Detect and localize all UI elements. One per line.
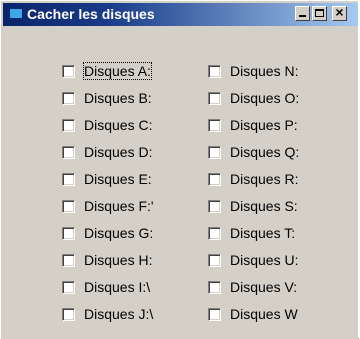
checkbox-box[interactable] [62, 307, 75, 321]
checkbox-box[interactable] [208, 280, 221, 294]
close-button[interactable]: × [332, 4, 347, 21]
checkbox-label: Disques S: [230, 198, 298, 214]
checkbox-label: Disques A: [83, 62, 152, 80]
checkbox-drive-n[interactable]: Disques N: [208, 62, 298, 80]
checkbox-label: Disques Q: [230, 144, 300, 160]
checkbox-label: Disques O: [230, 90, 300, 106]
checkbox-label: Disques F:' [84, 198, 154, 214]
minimize-icon [299, 15, 306, 17]
checkbox-drive-s[interactable]: Disques S: [208, 197, 298, 215]
checkbox-label: Disques U: [230, 252, 299, 268]
checkbox-label: Disques I:\ [84, 279, 151, 295]
checkbox-drive-f[interactable]: Disques F:' [62, 197, 154, 215]
minimize-button[interactable] [295, 6, 310, 21]
checkbox-box[interactable] [62, 172, 75, 186]
checkbox-drive-p[interactable]: Disques P: [208, 116, 298, 134]
maximize-button[interactable] [312, 6, 327, 21]
maximize-icon [315, 9, 324, 17]
checkbox-drive-d[interactable]: Disques D: [62, 143, 152, 161]
checkbox-label: Disques G: [84, 225, 154, 241]
checkbox-drive-a[interactable]: Disques A: [62, 62, 152, 80]
checkbox-box[interactable] [208, 226, 221, 240]
checkbox-label: Disques N: [230, 63, 299, 79]
window-title: Cacher les disques [27, 6, 155, 22]
checkbox-drive-t[interactable]: Disques T: [208, 224, 295, 242]
checkbox-drive-v[interactable]: Disques V: [208, 278, 297, 296]
checkbox-drive-e[interactable]: Disques E: [62, 170, 152, 188]
checkbox-drive-q[interactable]: Disques Q: [208, 143, 299, 161]
checkbox-label: Disques J:\ [84, 306, 154, 322]
checkbox-box[interactable] [62, 91, 75, 105]
computer-icon [9, 8, 23, 22]
checkbox-drive-i[interactable]: Disques I:\ [62, 278, 150, 296]
checkbox-drive-j[interactable]: Disques J:\ [62, 305, 153, 323]
checkbox-box[interactable] [208, 199, 221, 213]
checkbox-box[interactable] [62, 145, 75, 159]
checkbox-label: Disques E: [84, 171, 152, 187]
checkbox-drive-r[interactable]: Disques R: [208, 170, 298, 188]
checkbox-label: Disques D: [84, 144, 153, 160]
checkbox-label: Disques T: [230, 225, 296, 241]
checkbox-drive-c[interactable]: Disques C: [62, 116, 152, 134]
checkbox-label: Disques C: [84, 117, 153, 133]
checkbox-box[interactable] [62, 253, 75, 267]
checkbox-label: Disques V: [230, 279, 298, 295]
checkbox-drive-o[interactable]: Disques O: [208, 89, 299, 107]
checkbox-box[interactable] [208, 91, 221, 105]
title-bar[interactable]: Cacher les disques × [3, 3, 359, 26]
checkbox-box[interactable] [208, 172, 221, 186]
hide-drives-dialog: Cacher les disques × Disques A: Disques … [0, 0, 359, 339]
checkbox-box[interactable] [62, 280, 75, 294]
checkbox-box[interactable] [62, 226, 75, 240]
checkbox-box[interactable] [208, 253, 221, 267]
checkbox-drive-h[interactable]: Disques H: [62, 251, 152, 269]
checkbox-drive-u[interactable]: Disques U: [208, 251, 298, 269]
checkbox-drive-b[interactable]: Disques B: [62, 89, 152, 107]
checkbox-label: Disques W [230, 306, 298, 322]
checkbox-box[interactable] [208, 145, 221, 159]
checkbox-label: Disques H: [84, 252, 153, 268]
close-icon: × [335, 4, 344, 20]
checkbox-drive-w[interactable]: Disques W [208, 305, 298, 323]
checkbox-label: Disques B: [84, 90, 152, 106]
checkbox-box[interactable] [208, 307, 221, 321]
checkbox-box[interactable] [62, 199, 75, 213]
checkbox-label: Disques R: [230, 171, 299, 187]
checkbox-label: Disques P: [230, 117, 298, 133]
checkbox-box[interactable] [62, 118, 75, 132]
checkbox-box[interactable] [208, 64, 221, 78]
checkbox-box[interactable] [62, 64, 75, 78]
checkbox-box[interactable] [208, 118, 221, 132]
checkbox-drive-g[interactable]: Disques G: [62, 224, 153, 242]
